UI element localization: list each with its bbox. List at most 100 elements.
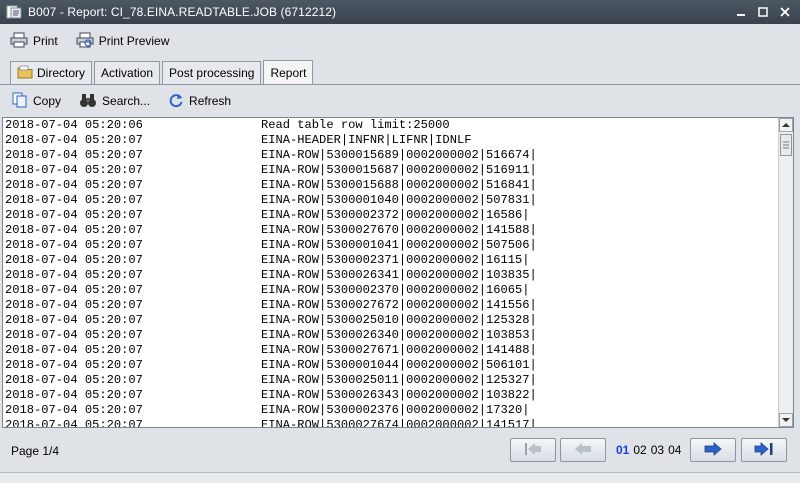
page-list: 01 02 03 04	[616, 443, 681, 457]
previous-page-button[interactable]	[560, 438, 606, 462]
report-window-icon	[6, 4, 22, 20]
refresh-icon	[168, 92, 184, 111]
line-timestamp: 2018-07-04 05:20:07	[5, 283, 143, 297]
line-timestamp: 2018-07-04 05:20:07	[5, 388, 143, 402]
status-line	[0, 472, 800, 483]
line-timestamp: 2018-07-04 05:20:07	[5, 358, 143, 372]
line-timestamp: 2018-07-04 05:20:07	[5, 343, 143, 357]
last-page-button[interactable]	[741, 438, 787, 462]
report-line: 2018-07-04 05:20:07 EINA-ROW|5300002372|0…	[5, 208, 775, 223]
tab-post-processing[interactable]: Post processing	[162, 61, 262, 84]
minimize-icon[interactable]	[734, 5, 748, 19]
report-line: 2018-07-04 05:20:07 EINA-ROW|5300025010|0…	[5, 313, 775, 328]
report-toolbar: Copy Search... Refresh	[0, 85, 800, 117]
report-line: 2018-07-04 05:20:07 EINA-ROW|5300001044|0…	[5, 358, 775, 373]
line-timestamp: 2018-07-04 05:20:07	[5, 148, 143, 162]
report-line: 2018-07-04 05:20:07 EINA-ROW|5300026343|0…	[5, 388, 775, 403]
line-timestamp: 2018-07-04 05:20:07	[5, 268, 143, 282]
page-link-02[interactable]: 02	[633, 443, 646, 457]
page-link-01[interactable]: 01	[616, 443, 629, 457]
folder-icon	[17, 65, 33, 82]
line-message: EINA-ROW|5300026341|0002000002|103835|	[261, 268, 537, 282]
printer-icon	[10, 32, 28, 51]
line-message: EINA-ROW|5300027674|0002000002|141517|	[261, 418, 537, 427]
line-timestamp: 2018-07-04 05:20:07	[5, 298, 143, 312]
report-line: 2018-07-04 05:20:07 EINA-ROW|5300015688|0…	[5, 178, 775, 193]
line-timestamp: 2018-07-04 05:20:07	[5, 313, 143, 327]
page-indicator: Page 1/4	[11, 444, 60, 458]
tab-activation-label: Activation	[101, 66, 154, 80]
next-page-icon	[702, 441, 724, 460]
line-message: EINA-ROW|5300002370|0002000002|16065|	[261, 283, 530, 297]
report-line: 2018-07-04 05:20:07 EINA-ROW|5300015689|0…	[5, 148, 775, 163]
copy-button[interactable]: Copy	[10, 90, 63, 112]
print-toolbar: Print Print Preview	[0, 24, 800, 58]
previous-page-icon	[572, 441, 594, 460]
line-timestamp: 2018-07-04 05:20:07	[5, 238, 143, 252]
vertical-scrollbar[interactable]	[778, 118, 793, 427]
line-message: Read table row limit:25000	[261, 118, 450, 132]
window-titlebar: B007 - Report: CI_78.EINA.READTABLE.JOB …	[0, 0, 800, 24]
search-label: Search...	[102, 94, 151, 108]
line-message: EINA-ROW|5300001044|0002000002|506101|	[261, 358, 537, 372]
line-timestamp: 2018-07-04 05:20:07	[5, 208, 143, 222]
report-line: 2018-07-04 05:20:06 Read table row limit:…	[5, 118, 775, 133]
report-line: 2018-07-04 05:20:07 EINA-ROW|5300027670|0…	[5, 223, 775, 238]
search-button[interactable]: Search...	[77, 90, 152, 112]
next-page-button[interactable]	[690, 438, 736, 462]
maximize-icon[interactable]	[756, 5, 770, 19]
line-message: EINA-ROW|5300002372|0002000002|16586|	[261, 208, 530, 222]
first-page-button[interactable]	[510, 438, 556, 462]
page-link-04[interactable]: 04	[668, 443, 681, 457]
tab-directory[interactable]: Directory	[10, 61, 93, 84]
report-line: 2018-07-04 05:20:07 EINA-ROW|5300027672|0…	[5, 298, 775, 313]
tab-report[interactable]: Report	[263, 60, 314, 85]
print-preview-button[interactable]: Print Preview	[74, 30, 172, 52]
line-message: EINA-ROW|5300027670|0002000002|141588|	[261, 223, 537, 237]
line-timestamp: 2018-07-04 05:20:07	[5, 178, 143, 192]
report-text-area[interactable]: 2018-07-04 05:20:06 Read table row limit:…	[2, 117, 794, 428]
first-page-icon	[522, 441, 544, 460]
line-message: EINA-ROW|5300002376|0002000002|17320|	[261, 403, 530, 417]
print-preview-label: Print Preview	[98, 34, 170, 48]
scroll-up-button[interactable]	[779, 118, 793, 132]
line-timestamp: 2018-07-04 05:20:07	[5, 373, 143, 387]
line-message: EINA-HEADER|INFNR|LIFNR|IDNLF	[261, 133, 472, 147]
pager-bar: Page 1/4 01 02 03 04	[0, 430, 800, 470]
report-line: 2018-07-04 05:20:07 EINA-ROW|5300026341|0…	[5, 268, 775, 283]
report-line: 2018-07-04 05:20:07 EINA-ROW|5300002376|0…	[5, 403, 775, 418]
line-message: EINA-ROW|5300027671|0002000002|141488|	[261, 343, 537, 357]
copy-icon	[12, 92, 28, 111]
tab-post-processing-label: Post processing	[169, 66, 255, 80]
line-timestamp: 2018-07-04 05:20:07	[5, 403, 143, 417]
scroll-down-button[interactable]	[779, 413, 793, 427]
tab-report-label: Report	[270, 66, 307, 80]
binoculars-icon	[79, 92, 97, 111]
line-message: EINA-ROW|5300027672|0002000002|141556|	[261, 298, 537, 312]
report-line: 2018-07-04 05:20:07 EINA-ROW|5300002370|0…	[5, 283, 775, 298]
refresh-button[interactable]: Refresh	[166, 90, 233, 112]
line-timestamp: 2018-07-04 05:20:07	[5, 328, 143, 342]
line-message: EINA-ROW|5300001041|0002000002|507506|	[261, 238, 537, 252]
print-button[interactable]: Print	[8, 30, 60, 52]
close-icon[interactable]	[778, 5, 792, 19]
scroll-thumb[interactable]	[780, 134, 792, 156]
line-timestamp: 2018-07-04 05:20:06	[5, 118, 143, 132]
page-link-03[interactable]: 03	[651, 443, 664, 457]
report-line: 2018-07-04 05:20:07 EINA-ROW|5300001040|0…	[5, 193, 775, 208]
report-line: 2018-07-04 05:20:07 EINA-ROW|5300027671|0…	[5, 343, 775, 358]
line-message: EINA-ROW|5300015688|0002000002|516841|	[261, 178, 537, 192]
line-timestamp: 2018-07-04 05:20:07	[5, 253, 143, 267]
line-timestamp: 2018-07-04 05:20:07	[5, 193, 143, 207]
line-message: EINA-ROW|5300002371|0002000002|16115|	[261, 253, 530, 267]
line-message: EINA-ROW|5300025010|0002000002|125328|	[261, 313, 537, 327]
line-timestamp: 2018-07-04 05:20:07	[5, 133, 143, 147]
print-preview-icon	[76, 32, 94, 51]
report-line: 2018-07-04 05:20:07 EINA-ROW|5300001041|0…	[5, 238, 775, 253]
report-line: 2018-07-04 05:20:07 EINA-ROW|5300002371|0…	[5, 253, 775, 268]
tab-activation[interactable]: Activation	[94, 61, 161, 84]
line-message: EINA-ROW|5300015689|0002000002|516674|	[261, 148, 537, 162]
tab-directory-label: Directory	[37, 66, 86, 80]
line-message: EINA-ROW|5300026343|0002000002|103822|	[261, 388, 537, 402]
refresh-label: Refresh	[189, 94, 232, 108]
